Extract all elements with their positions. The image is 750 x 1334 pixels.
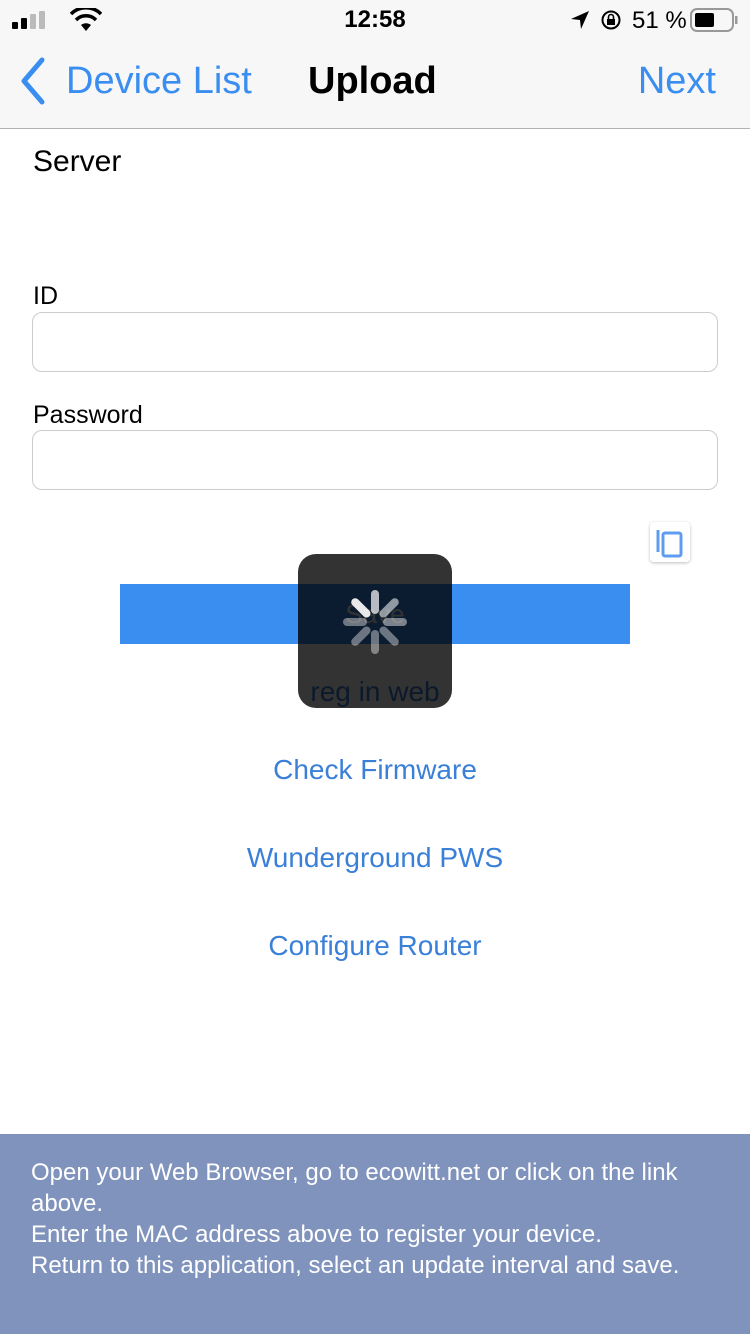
spinner-icon: [343, 590, 407, 654]
instruction-line: Return to this application, select an up…: [31, 1252, 680, 1279]
copy-icon: [656, 530, 683, 558]
section-title: Server: [33, 145, 122, 178]
check-firmware-link[interactable]: Check Firmware: [0, 754, 750, 786]
instruction-line: Enter the MAC address above to register …: [31, 1221, 602, 1248]
password-input[interactable]: [32, 430, 718, 490]
password-label: Password: [33, 401, 143, 429]
instruction-line: Open your Web Browser, go to ecowitt.net…: [31, 1159, 678, 1217]
back-button[interactable]: Device List: [16, 56, 252, 106]
spinner-spoke: [351, 598, 371, 618]
battery-icon: [690, 8, 738, 32]
location-icon: [571, 11, 589, 29]
id-label: ID: [33, 282, 58, 310]
next-button[interactable]: Next: [638, 60, 716, 103]
wunderground-pws-link[interactable]: Wunderground PWS: [0, 842, 750, 874]
rotation-lock-icon: [601, 10, 621, 30]
status-bar: 12:58 51 %: [0, 0, 750, 40]
back-label: Device List: [66, 59, 252, 102]
page-title: Upload: [308, 60, 437, 102]
loading-overlay: [298, 554, 452, 708]
spinner-spoke: [379, 598, 399, 618]
id-input[interactable]: [32, 312, 718, 372]
spinner-spoke: [379, 626, 399, 646]
navigation-bar: Device List Upload Next: [0, 40, 750, 129]
battery-percent: 51 %: [632, 7, 687, 34]
spinner-spoke: [351, 626, 371, 646]
configure-router-link[interactable]: Configure Router: [0, 930, 750, 962]
chevron-left-icon: [21, 57, 45, 105]
copy-button[interactable]: [650, 522, 690, 562]
instructions-panel: Open your Web Browser, go to ecowitt.net…: [0, 1134, 750, 1334]
